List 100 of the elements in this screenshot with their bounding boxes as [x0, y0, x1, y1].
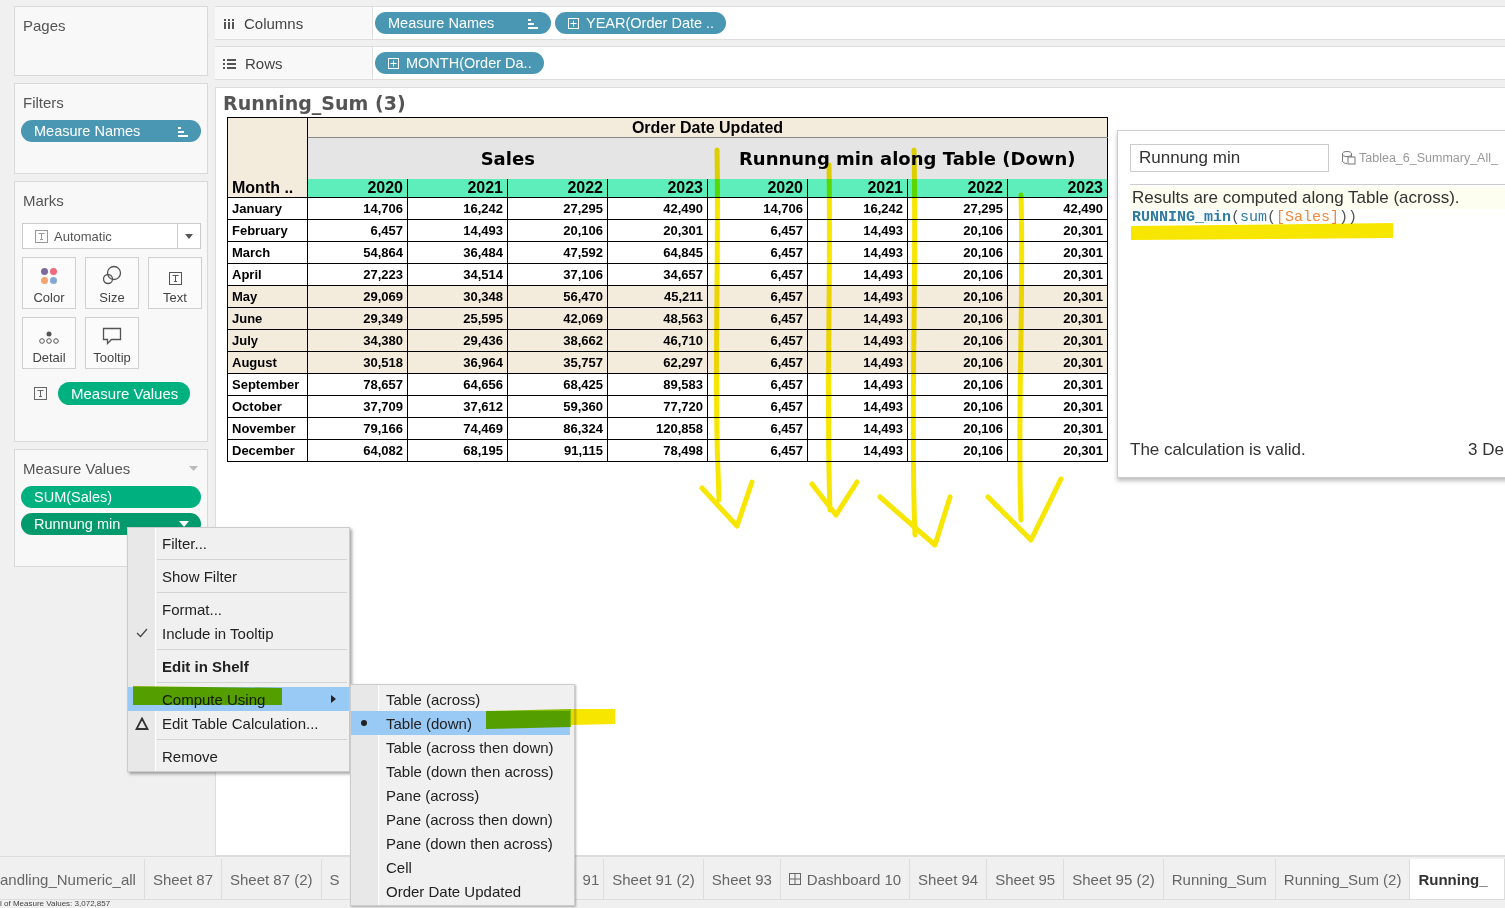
- table-cell: 42,490: [1007, 197, 1108, 220]
- menu-item[interactable]: Edit Table Calculation...: [128, 711, 349, 735]
- calculation-message: Results are computed along Table (across).: [1130, 187, 1505, 209]
- plus-box-icon: [388, 57, 399, 69]
- sheet-tab[interactable]: andling_Numeric_all: [0, 859, 145, 899]
- database-icon: [1341, 150, 1356, 165]
- validation-message: The calculation is valid.: [1130, 440, 1306, 460]
- table-cell: 27,295: [907, 197, 1008, 220]
- marks-button[interactable]: Color: [22, 257, 76, 309]
- datasource-name: Tablea_6_Summary_All_: [1359, 150, 1498, 165]
- table-cell: 78,498: [607, 439, 708, 462]
- table-cell: 34,657: [607, 263, 708, 286]
- menu-item[interactable]: Table (across): [351, 687, 570, 711]
- menu-item[interactable]: Remove: [128, 744, 349, 768]
- card-title: Marks: [22, 191, 65, 211]
- sort-icon: [527, 17, 539, 29]
- shelf-label: Columns: [244, 14, 304, 32]
- table-cell: 20,106: [507, 219, 608, 242]
- table-cell: 34,514: [407, 263, 508, 286]
- row-header: June: [227, 307, 308, 330]
- formula-text: RUNNING_min(sum([Sales])): [1132, 209, 1359, 226]
- row-header: September: [227, 373, 308, 396]
- table-cell: 37,709: [307, 395, 408, 418]
- caret-icon: [189, 465, 198, 471]
- text-icon: [35, 229, 48, 243]
- table-cell: 42,490: [607, 197, 708, 220]
- table-cell: 6,457: [707, 373, 808, 396]
- table-cell: 6,457: [307, 219, 408, 242]
- menu-item[interactable]: Edit in Shelf: [128, 654, 349, 678]
- row-header-label: Month ..: [227, 117, 308, 198]
- table-cell: 14,493: [407, 219, 508, 242]
- table-cell: 6,457: [707, 439, 808, 462]
- table-cell: 6,457: [707, 241, 808, 264]
- row-header: October: [227, 395, 308, 418]
- table-cell: 20,106: [907, 439, 1008, 462]
- table-cell: 20,301: [607, 219, 708, 242]
- table-cell: 16,242: [807, 197, 908, 220]
- card-title: Pages: [22, 16, 67, 36]
- table-cell: 20,106: [907, 241, 1008, 264]
- marks-button[interactable]: Tooltip: [85, 317, 139, 369]
- table-cell: 86,324: [507, 417, 608, 440]
- row-header: July: [227, 329, 308, 352]
- mark-type-dropdown[interactable]: Automatic: [22, 223, 201, 249]
- table-cell: 64,082: [307, 439, 408, 462]
- card-title: Filters: [22, 93, 65, 113]
- menu-item[interactable]: Table (down then across): [351, 759, 570, 783]
- table-cell: 36,484: [407, 241, 508, 264]
- menu-item[interactable]: Show Filter: [128, 564, 349, 588]
- table-cell: 14,493: [807, 373, 908, 396]
- row-header: August: [227, 351, 308, 374]
- row-header: May: [227, 285, 308, 308]
- table-cell: 79,166: [307, 417, 408, 440]
- table-cell: 14,493: [807, 263, 908, 286]
- table-cell: 64,656: [407, 373, 508, 396]
- table-cell: 68,195: [407, 439, 508, 462]
- table-cell: 37,106: [507, 263, 608, 286]
- calculation-name-field[interactable]: Runnung min: [1130, 143, 1329, 172]
- table-cell: 37,612: [407, 395, 508, 418]
- table-cell: 78,657: [307, 373, 408, 396]
- table-cell: 20,301: [1007, 373, 1108, 396]
- table-cell: 47,592: [507, 241, 608, 264]
- menu-item[interactable]: Table (across then down): [351, 735, 570, 759]
- menu-item[interactable]: Format...: [128, 597, 349, 621]
- table-cell: 20,301: [1007, 219, 1108, 242]
- caret-icon: [185, 233, 193, 239]
- color-dots-icon: [40, 267, 58, 285]
- table-cell: 54,864: [307, 241, 408, 264]
- table-cell: 20,106: [907, 417, 1008, 440]
- menu-item[interactable]: Pane (across then down): [351, 807, 570, 831]
- table-cell: 14,493: [807, 417, 908, 440]
- menu-item[interactable]: Include in Tooltip: [128, 621, 349, 645]
- table-cell: 14,493: [807, 395, 908, 418]
- menu-item[interactable]: Pane (across): [351, 783, 570, 807]
- table-cell: 91,115: [507, 439, 608, 462]
- marks-button[interactable]: Detail: [22, 317, 76, 369]
- triangle-icon: [134, 716, 149, 730]
- columns-icon: [223, 17, 235, 29]
- row-header: February: [227, 219, 308, 242]
- table-cell: 14,493: [807, 219, 908, 242]
- table-cell: 20,301: [1007, 241, 1108, 264]
- sheet-tab[interactable]: Running_: [1410, 859, 1505, 899]
- marks-button[interactable]: Size: [85, 257, 139, 309]
- row-header: March: [227, 241, 308, 264]
- table-cell: 20,106: [907, 263, 1008, 286]
- table-cell: 14,706: [707, 197, 808, 220]
- table-cell: 6,457: [707, 417, 808, 440]
- menu-item[interactable]: Pane (down then across): [351, 831, 570, 855]
- table-cell: 14,493: [807, 439, 908, 462]
- status-text: l of Measure Values: 3,072,857: [0, 900, 112, 908]
- table-cell: 120,858: [607, 417, 708, 440]
- table-cell: 20,301: [1007, 395, 1108, 418]
- dots-icon: [39, 331, 59, 345]
- marks-button[interactable]: Text: [148, 257, 202, 309]
- dependency-note: 3 De: [1468, 440, 1504, 460]
- shelf-label: Rows: [245, 54, 283, 72]
- plus-box-icon: [568, 17, 579, 29]
- circles-icon: [102, 265, 122, 285]
- row-header: January: [227, 197, 308, 220]
- table-cell: 6,457: [707, 263, 808, 286]
- text-icon: [168, 272, 182, 285]
